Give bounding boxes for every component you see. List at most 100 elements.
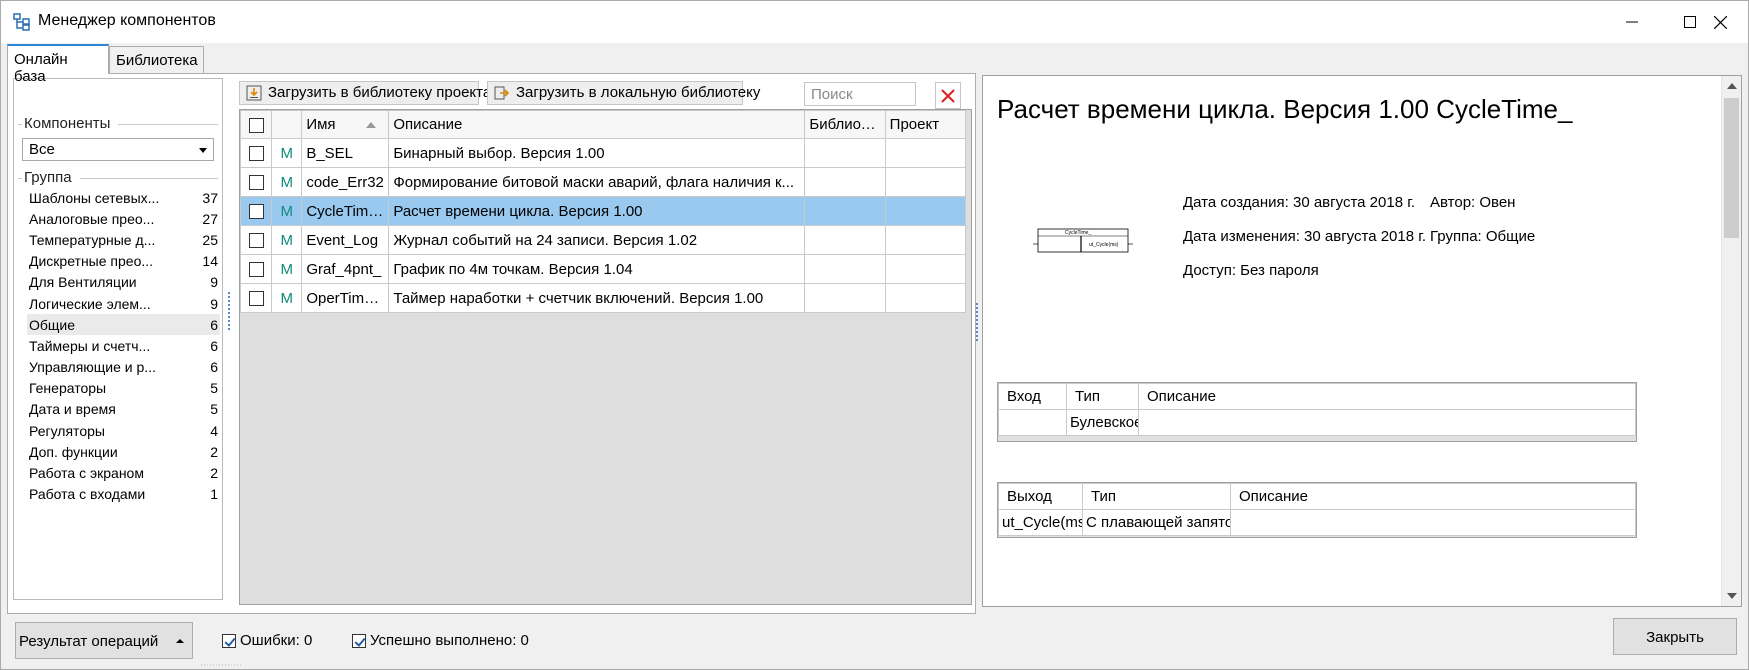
- group-item-label: Логические элем...: [29, 295, 151, 312]
- checkbox-icon[interactable]: [222, 633, 236, 648]
- group-item-label: Работа с входами: [29, 486, 146, 503]
- group-item[interactable]: Управляющие и р... 6: [27, 357, 220, 378]
- group-item[interactable]: Доп. функции 2: [27, 441, 220, 462]
- group-item-count: 1: [210, 486, 218, 503]
- errors-label: Ошибки: 0: [240, 632, 313, 649]
- right-splitter[interactable]: [976, 303, 979, 341]
- project-cell: [884, 167, 967, 197]
- component-name-cell: Event_Log: [301, 225, 390, 255]
- row-checkbox-cell[interactable]: [239, 283, 273, 313]
- search-input[interactable]: Поиск: [804, 82, 916, 106]
- tab-online-base[interactable]: Онлайн база: [7, 44, 109, 85]
- group-item[interactable]: Для Вентиляции 9: [27, 272, 220, 293]
- load-to-local-library-button[interactable]: Загрузить в локальную библиотеку: [487, 81, 760, 105]
- clear-search-button[interactable]: [935, 82, 961, 109]
- operation-results-button[interactable]: Результат операций: [15, 622, 193, 659]
- left-splitter[interactable]: [228, 292, 231, 330]
- component-name-cell: Graf_4pnt_: [301, 254, 390, 284]
- row-checkbox-cell[interactable]: [239, 138, 273, 168]
- component-description-cell: Таймер наработки + счетчик включений. Ве…: [388, 283, 806, 313]
- row-checkbox[interactable]: [248, 146, 264, 162]
- component-description-cell: График по 4м точкам. Версия 1.04: [388, 254, 806, 284]
- group-item[interactable]: Общие 6: [27, 314, 220, 336]
- row-checkbox[interactable]: [248, 175, 264, 191]
- outputs-col-description: Описание: [1230, 483, 1636, 510]
- row-checkbox-cell[interactable]: [239, 225, 273, 255]
- group-item-count: 9: [210, 295, 218, 312]
- block-output-text: ut_Cycle(ms): [1089, 242, 1119, 248]
- group-item-count: 6: [210, 359, 218, 376]
- column-header-library[interactable]: Библиотек: [804, 110, 886, 139]
- filter-panel: Компоненты Все Группа Шаблоны сетевых...…: [13, 78, 223, 600]
- clear-icon: [941, 88, 955, 103]
- group-item[interactable]: Аналоговые прео... 27: [27, 208, 220, 229]
- column-header-project[interactable]: Проект: [884, 110, 967, 139]
- local-library-icon: [494, 86, 510, 100]
- close-window-button[interactable]: [1691, 1, 1748, 43]
- table-row[interactable]: M CycleTime_ Расчет времени цикла. Версия …: [239, 196, 967, 226]
- close-button[interactable]: Закрыть: [1613, 618, 1737, 655]
- row-checkbox-cell[interactable]: [239, 196, 273, 226]
- group-item[interactable]: Шаблоны сетевых... 37: [27, 187, 220, 208]
- scroll-up-icon[interactable]: [1727, 83, 1737, 89]
- group-item[interactable]: Регуляторы 4: [27, 420, 220, 441]
- table-row[interactable]: M B_SEL Бинарный выбор. Версия 1.00: [239, 138, 967, 168]
- errors-checkbox[interactable]: Ошибки: 0: [222, 632, 312, 649]
- group-item[interactable]: Генераторы 5: [27, 378, 220, 399]
- function-block-diagram: CycleTime_ ut_Cycle(ms): [1033, 228, 1133, 253]
- title-bar: Менеджер компонентов: [1, 1, 1748, 43]
- group-item-count: 5: [210, 401, 218, 418]
- minimize-icon: [1626, 21, 1638, 23]
- table-row[interactable]: M Graf_4pnt_ График по 4м точкам. Версия 1…: [239, 254, 967, 284]
- select-all-checkbox[interactable]: [248, 117, 264, 133]
- inputs-col-type: Тип: [1066, 383, 1139, 410]
- group-item-count: 6: [210, 337, 218, 354]
- scroll-thumb[interactable]: [1724, 98, 1739, 238]
- minimize-button[interactable]: [1603, 1, 1661, 43]
- inputs-row[interactable]: Булевское: [998, 409, 1636, 436]
- column-header-name[interactable]: Имя: [301, 110, 390, 139]
- row-checkbox[interactable]: [248, 204, 264, 220]
- table-row[interactable]: Mcode_Err32 Формирование битовой маски ав…: [239, 167, 967, 197]
- group-item[interactable]: Работа с экраном 2: [27, 462, 220, 483]
- group-item-label: Для Вентиляции: [29, 274, 137, 291]
- row-checkbox-cell[interactable]: [239, 167, 273, 197]
- inputs-col-description: Описание: [1138, 383, 1636, 410]
- checkbox-icon[interactable]: [352, 633, 366, 648]
- group-item[interactable]: Температурные д... 25: [27, 229, 220, 250]
- group-item[interactable]: Таймеры и счетч... 6: [27, 335, 220, 356]
- inputs-col-input: Вход: [998, 383, 1067, 410]
- select-all-checkbox-cell[interactable]: [239, 110, 273, 139]
- group-item-count: 37: [202, 189, 218, 206]
- table-row[interactable]: M Event_Log Журнал событий на 24 записи. В…: [239, 225, 967, 255]
- module-type-cell: M: [271, 196, 303, 226]
- group-item-count: 2: [210, 443, 218, 460]
- project-cell: [884, 225, 967, 255]
- chevron-up-icon: [176, 639, 184, 643]
- table-row[interactable]: M OperTimer_ Таймер наработки + счетчик вк…: [239, 283, 967, 313]
- group-item[interactable]: Работа с входами 1: [27, 484, 220, 505]
- library-cell: [804, 138, 886, 168]
- outputs-row[interactable]: ut_Cycle(ms) С плавающей запятой: [998, 509, 1636, 536]
- row-checkbox[interactable]: [248, 262, 264, 278]
- window-title: Менеджер компонентов: [38, 12, 216, 29]
- row-checkbox[interactable]: [248, 233, 264, 249]
- group-item[interactable]: Дата и время 5: [27, 399, 220, 420]
- components-filter-select[interactable]: Все: [22, 138, 214, 161]
- tab-library[interactable]: Библиотека: [109, 46, 204, 74]
- row-checkbox[interactable]: [248, 291, 264, 307]
- bottom-bar: Результат операций Ошибки: 0 Успешно вып…: [1, 615, 1748, 669]
- group-list: Шаблоны сетевых... 37 Аналоговые прео... 27…: [27, 187, 220, 505]
- component-name-cell: OperTimer_: [301, 283, 390, 313]
- load-to-project-library-button[interactable]: Загрузить в библиотеку проекта: [239, 81, 491, 105]
- component-name-cell: B_SEL: [301, 138, 390, 168]
- group-item[interactable]: Логические элем... 9: [27, 293, 220, 314]
- row-checkbox-cell[interactable]: [239, 254, 273, 284]
- success-checkbox[interactable]: Успешно выполнено: 0: [352, 632, 529, 649]
- scroll-down-icon[interactable]: [1727, 593, 1737, 599]
- column-header-description[interactable]: Описание: [388, 110, 806, 139]
- group-item[interactable]: Дискретные прео... 14: [27, 251, 220, 272]
- library-cell: [804, 225, 886, 255]
- group-item-count: 2: [210, 465, 218, 482]
- detail-scrollbar[interactable]: [1721, 76, 1741, 606]
